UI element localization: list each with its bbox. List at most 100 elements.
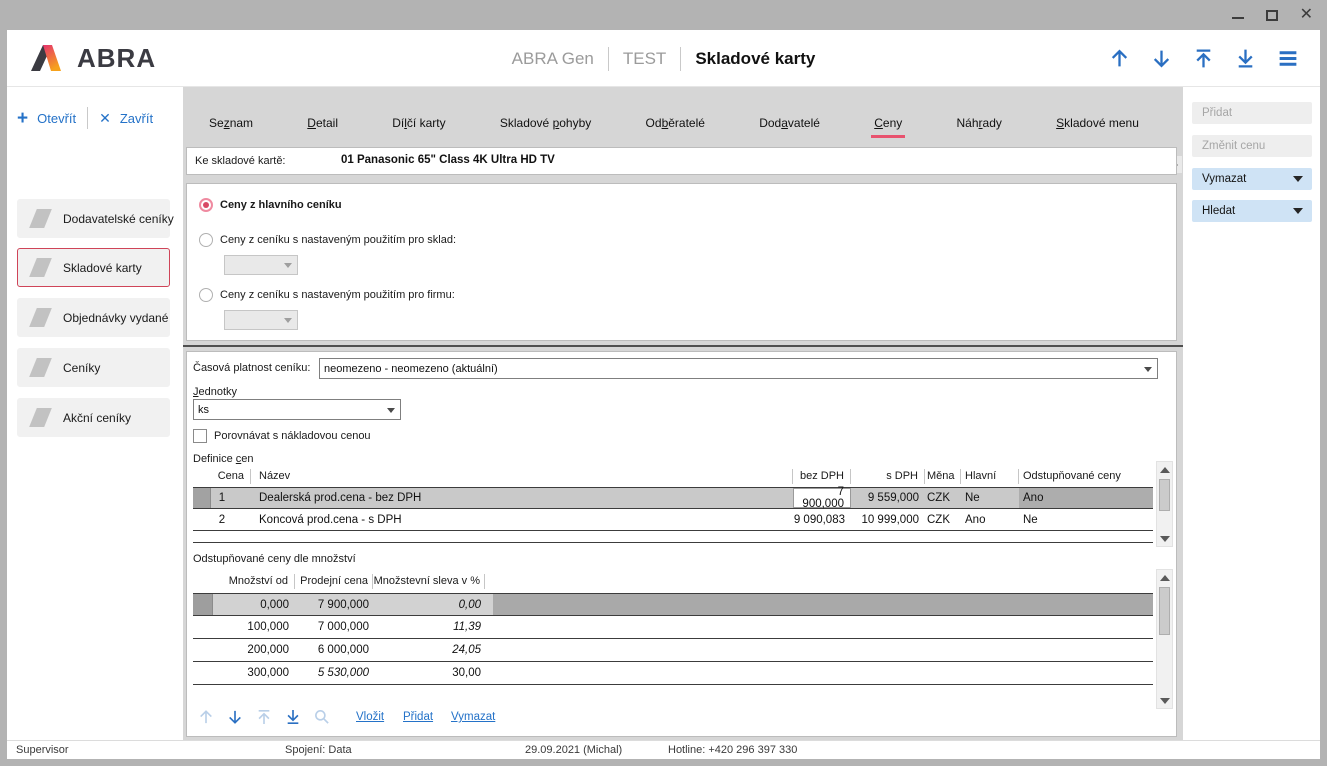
- sidebar-item-dodavatelske-ceniky[interactable]: Dodavatelské ceníky: [17, 199, 170, 238]
- add-link[interactable]: Přidat: [403, 711, 433, 723]
- close-button[interactable]: Zavřít: [120, 111, 153, 126]
- table-row[interactable]: 1 Dealerská prod.cena - bez DPH 7 900,00…: [193, 487, 1153, 509]
- module-icon: [29, 308, 52, 327]
- table-end-line: [193, 542, 1153, 543]
- tab-bar: Seznam Detail Dílčí karty Skladové pohyb…: [183, 100, 1183, 145]
- environment-name: TEST: [623, 49, 666, 69]
- row-indicator: [193, 594, 213, 615]
- radio-selected-icon[interactable]: [199, 198, 213, 212]
- tab-odberatele[interactable]: Odběratelé: [646, 116, 705, 130]
- app-window: ✕ ABRA ABRA Gen TEST: [0, 0, 1327, 766]
- minimize-icon[interactable]: [1232, 17, 1244, 19]
- radio-main-pricelist[interactable]: Ceny z hlavního ceníku: [199, 198, 342, 212]
- sidebar-item-label: Objednávky vydané: [63, 311, 168, 325]
- next-record-icon[interactable]: [1150, 47, 1173, 70]
- main-content: Seznam Detail Dílčí karty Skladové pohyb…: [183, 87, 1183, 740]
- chevron-down-icon: [1144, 367, 1152, 372]
- delete-button[interactable]: Vymazat: [1192, 168, 1312, 190]
- radio-warehouse-pricelist[interactable]: Ceny z ceníku s nastaveným použitím pro …: [199, 233, 456, 247]
- add-button[interactable]: Přidat: [1192, 102, 1312, 124]
- move-last-icon[interactable]: [284, 708, 302, 726]
- sidebar-item-label: Dodavatelské ceníky: [63, 212, 174, 226]
- warehouse-select[interactable]: [224, 255, 298, 275]
- sidebar-item-ceniky[interactable]: Ceníky: [17, 348, 170, 387]
- chevron-down-icon: [1293, 176, 1303, 182]
- sidebar-item-objednavky-vydane[interactable]: Objednávky vydané: [17, 298, 170, 337]
- module-title: Skladové karty: [695, 49, 815, 69]
- scroll-down-icon[interactable]: [1157, 693, 1172, 708]
- units-select[interactable]: ks: [193, 399, 401, 420]
- app-body: ABRA ABRA Gen TEST Skladové karty: [7, 30, 1320, 759]
- status-user: Supervisor: [16, 744, 69, 756]
- scroll-down-icon[interactable]: [1157, 531, 1172, 546]
- module-icon: [29, 358, 52, 377]
- chevron-down-icon: [1293, 208, 1303, 214]
- price-edit-cell[interactable]: 7 900,000: [793, 488, 851, 508]
- tiered-prices-scrollbar[interactable]: [1156, 569, 1173, 709]
- change-price-button[interactable]: Změnit cenu: [1192, 135, 1312, 157]
- move-first-icon[interactable]: [255, 708, 273, 726]
- status-hotline: Hotline: +420 296 397 330: [668, 744, 797, 756]
- scroll-up-icon[interactable]: [1157, 462, 1172, 477]
- right-action-panel: Přidat Změnit cenu Vymazat Hledat: [1183, 87, 1320, 740]
- sidebar-item-label: Akční ceníky: [63, 411, 131, 425]
- app-name: ABRA Gen: [512, 49, 594, 69]
- title-separator: [608, 47, 609, 71]
- maximize-icon[interactable]: [1266, 10, 1278, 21]
- close-x-icon: ✕: [99, 111, 111, 125]
- delete-link[interactable]: Vymazat: [451, 711, 495, 723]
- price-definitions-scrollbar[interactable]: [1156, 461, 1173, 547]
- table-row[interactable]: 100,000 7 000,000 11,39: [193, 616, 1153, 639]
- row-indicator: [193, 488, 211, 508]
- table-row[interactable]: 300,000 5 530,000 30,00: [193, 662, 1153, 685]
- price-source-panel: Ceny z hlavního ceníku Ceny z ceníku s n…: [186, 183, 1177, 341]
- sidebar-item-akcni-ceniky[interactable]: Akční ceníky: [17, 398, 170, 437]
- module-icon: [29, 258, 52, 277]
- close-icon[interactable]: ✕: [1300, 7, 1313, 23]
- radio-unselected-icon[interactable]: [199, 288, 213, 302]
- move-up-icon[interactable]: [197, 708, 215, 726]
- tab-nahrady[interactable]: Náhrady: [957, 116, 1002, 130]
- compare-cost-checkbox[interactable]: [193, 429, 207, 443]
- tab-dodavatele[interactable]: Dodavatelé: [759, 116, 820, 130]
- search-button[interactable]: Hledat: [1192, 200, 1312, 222]
- scrollbar-thumb[interactable]: [1159, 587, 1170, 635]
- tab-detail[interactable]: Detail: [307, 116, 338, 130]
- radio-firm-pricelist[interactable]: Ceny z ceníku s nastaveným použitím pro …: [199, 288, 455, 302]
- menu-icon[interactable]: [1276, 47, 1300, 70]
- plus-icon: +: [17, 109, 28, 128]
- insert-link[interactable]: Vložit: [356, 711, 384, 723]
- window-titlebar: ✕: [0, 0, 1327, 30]
- status-date: 29.09.2021 (Michal): [525, 744, 622, 756]
- table-row[interactable]: 2 Koncová prod.cena - s DPH 9 090,083 10…: [193, 509, 1153, 531]
- table-row[interactable]: 0,000 7 900,000 0,00: [193, 593, 1153, 616]
- validity-select[interactable]: neomezeno - neomezeno (aktuální): [319, 358, 1158, 379]
- left-sidebar: + Otevřít ✕ Zavřít Dodavatelské ceníky S…: [7, 87, 183, 740]
- prev-record-icon[interactable]: [1108, 47, 1131, 70]
- record-navigation: [1108, 30, 1300, 87]
- tab-seznam[interactable]: Seznam: [209, 116, 253, 130]
- tab-ceny[interactable]: Ceny: [874, 116, 902, 130]
- scroll-up-icon[interactable]: [1157, 570, 1172, 585]
- scrollbar-thumb[interactable]: [1159, 479, 1170, 511]
- panel-divider: [183, 345, 1183, 347]
- radio-unselected-icon[interactable]: [199, 233, 213, 247]
- tiered-prices-toolbar: Vložit Přidat Vymazat: [193, 704, 1153, 734]
- tab-dilci-karty[interactable]: Dílčí karty: [392, 116, 445, 130]
- chevron-down-icon: [284, 263, 292, 268]
- card-header-label: Ke skladové kartě:: [195, 155, 286, 167]
- open-button[interactable]: Otevřít: [37, 111, 76, 126]
- tab-skladove-menu[interactable]: Skladové menu: [1056, 116, 1139, 130]
- status-connection: Spojení: Data: [285, 744, 352, 756]
- first-record-icon[interactable]: [1192, 47, 1215, 70]
- firm-select[interactable]: [224, 310, 298, 330]
- compare-cost-label: Porovnávat s nákladovou cenou: [214, 430, 371, 442]
- table-row[interactable]: 200,000 6 000,000 24,05: [193, 639, 1153, 662]
- sidebar-item-skladove-karty[interactable]: Skladové karty: [17, 248, 170, 287]
- move-down-icon[interactable]: [226, 708, 244, 726]
- status-bar: Supervisor Spojení: Data 29.09.2021 (Mic…: [7, 740, 1320, 759]
- last-record-icon[interactable]: [1234, 47, 1257, 70]
- search-icon[interactable]: [313, 708, 331, 726]
- tab-skladove-pohyby[interactable]: Skladové pohyby: [500, 116, 591, 130]
- sidebar-actions: + Otevřít ✕ Zavřít: [17, 107, 153, 129]
